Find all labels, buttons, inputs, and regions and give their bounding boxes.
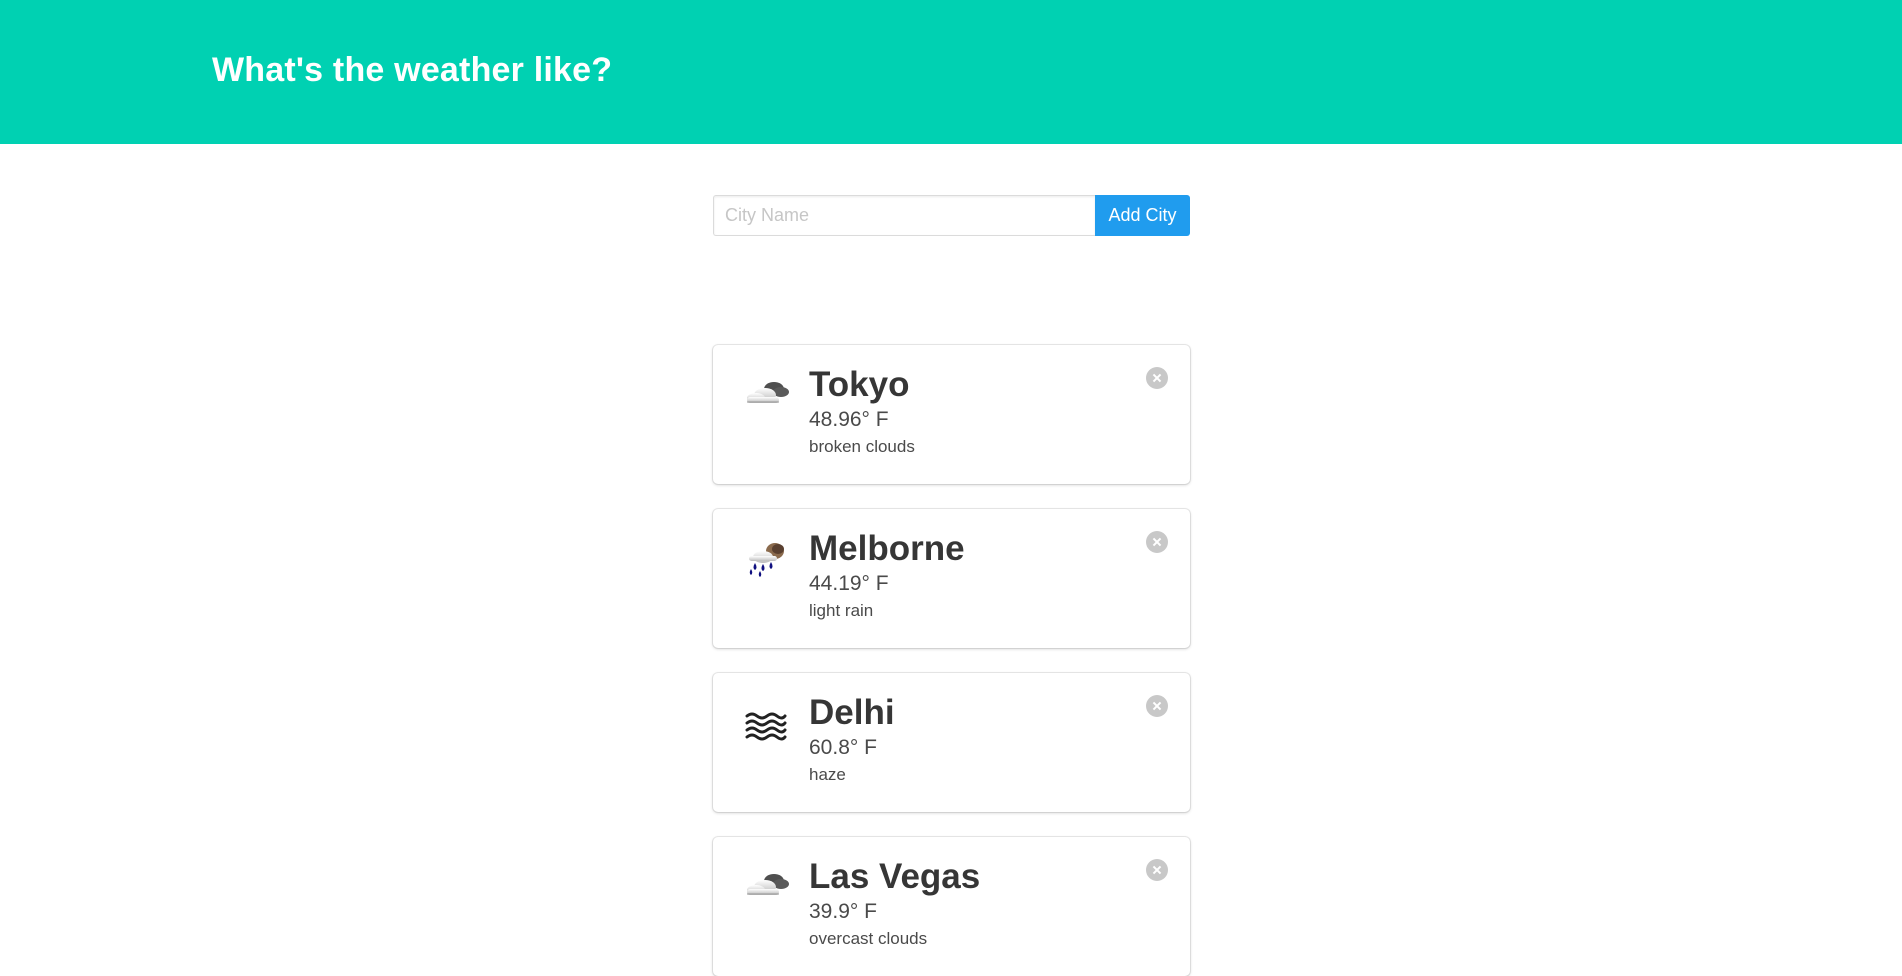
city-temperature: 39.9° F [809, 900, 877, 923]
city-description: broken clouds [809, 437, 915, 456]
city-card-delhi: Delhi 60.8° F haze [713, 673, 1190, 812]
overcast-clouds-icon [741, 863, 791, 913]
city-temperature: 60.8° F [809, 736, 877, 759]
broken-clouds-icon [741, 371, 791, 421]
page-title: What's the weather like? [212, 51, 613, 89]
remove-city-button[interactable] [1146, 367, 1168, 389]
city-card-tokyo: Tokyo 48.96° F broken clouds [713, 345, 1190, 484]
header-banner: What's the weather like? [0, 0, 1902, 144]
city-name: Tokyo [809, 365, 910, 404]
add-city-button[interactable]: Add City [1095, 195, 1190, 236]
city-description: light rain [809, 601, 874, 620]
city-description: overcast clouds [809, 929, 928, 948]
remove-city-button[interactable] [1146, 695, 1168, 717]
city-name: Delhi [809, 693, 895, 732]
add-city-form: Add City [713, 195, 1190, 236]
city-name: Melborne [809, 529, 965, 568]
city-temperature: 44.19° F [809, 572, 889, 595]
light-rain-icon [741, 535, 791, 585]
remove-city-button[interactable] [1146, 531, 1168, 553]
haze-icon [741, 699, 791, 749]
city-card-las-vegas: Las Vegas 39.9° F overcast clouds [713, 837, 1190, 976]
remove-city-button[interactable] [1146, 859, 1168, 881]
city-name-input[interactable] [713, 195, 1095, 236]
city-name: Las Vegas [809, 857, 981, 896]
city-temperature: 48.96° F [809, 408, 889, 431]
city-card-melborne: Melborne 44.19° F light rain [713, 509, 1190, 648]
city-description: haze [809, 765, 846, 784]
